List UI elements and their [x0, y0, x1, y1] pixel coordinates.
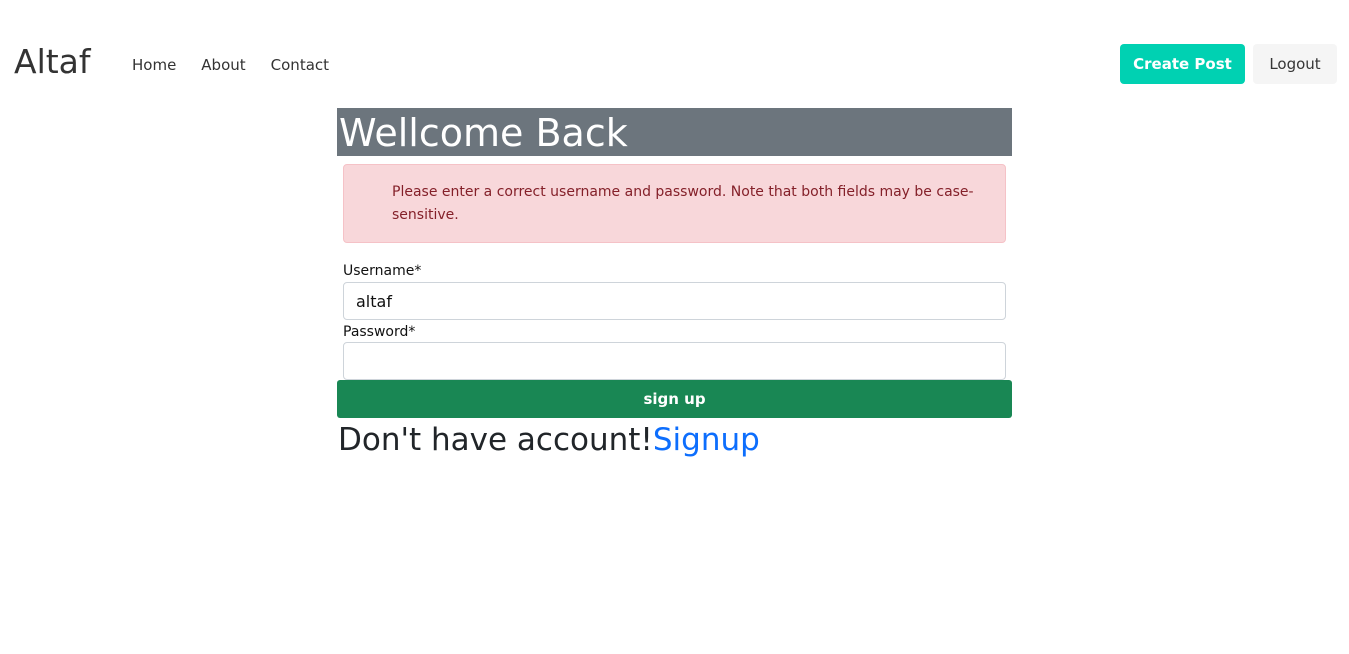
- username-input[interactable]: [343, 282, 1006, 320]
- nav-link-about[interactable]: About: [201, 54, 245, 76]
- signup-link[interactable]: Signup: [653, 422, 760, 458]
- page-title: Wellcome Back: [337, 108, 1012, 156]
- login-form: Wellcome Back Please enter a correct use…: [337, 108, 1012, 468]
- no-account-text: Don't have account!: [338, 422, 653, 458]
- error-alert: Please enter a correct username and pass…: [343, 164, 1006, 243]
- navbar: Altaf Home About Contact Create Post Log…: [0, 0, 1349, 100]
- create-post-button[interactable]: Create Post: [1120, 44, 1245, 84]
- nav-link-contact[interactable]: Contact: [271, 54, 329, 76]
- nav-links: Home About Contact: [132, 54, 354, 76]
- brand-logo[interactable]: Altaf: [14, 40, 91, 84]
- password-label: Password*: [343, 324, 416, 340]
- submit-button[interactable]: sign up: [337, 380, 1012, 418]
- nav-link-home[interactable]: Home: [132, 54, 176, 76]
- password-input[interactable]: [343, 342, 1006, 380]
- username-label: Username*: [343, 263, 422, 279]
- no-account-line: Don't have account!Signup: [338, 420, 760, 460]
- logout-button[interactable]: Logout: [1253, 44, 1337, 84]
